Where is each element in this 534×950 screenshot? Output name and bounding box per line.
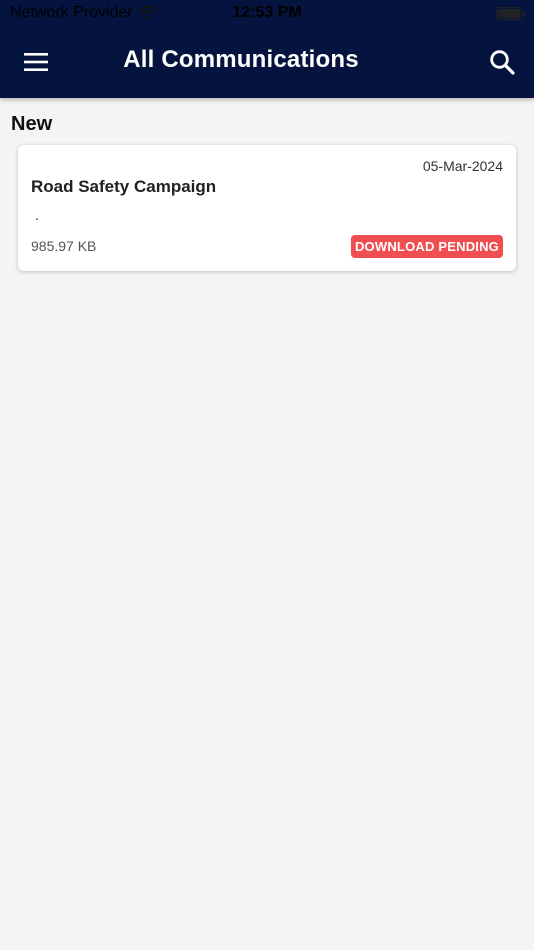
- communication-card[interactable]: 05-Mar-2024 Road Safety Campaign . 985.9…: [18, 145, 516, 271]
- battery-icon: [496, 7, 525, 20]
- communication-description: .: [35, 207, 39, 223]
- search-button[interactable]: [482, 42, 522, 82]
- page-title: All Communications: [123, 46, 359, 73]
- status-bar-overlay: Network Provider 12:53 PM: [0, 0, 534, 28]
- download-status-badge[interactable]: DOWNLOAD PENDING: [350, 235, 503, 258]
- section-heading: New: [11, 113, 53, 135]
- status-time: 12:53 PM: [232, 4, 302, 21]
- communication-date: 05-Mar-2024: [422, 158, 503, 174]
- communication-size: 985.97 KB: [31, 238, 97, 254]
- app-header: Network Provider 12:53 PM All Communicat…: [0, 0, 534, 98]
- communication-title: Road Safety Campaign: [31, 177, 217, 196]
- search-icon: [490, 50, 515, 75]
